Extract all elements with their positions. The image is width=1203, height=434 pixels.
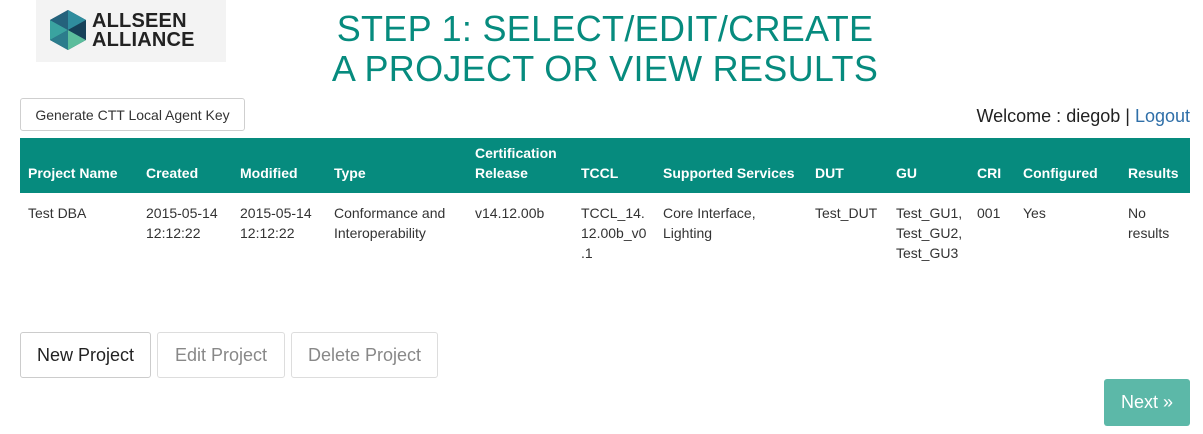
col-header-certification-release[interactable]: Certification Release — [467, 138, 573, 193]
cell-gu: Test_GU1, Test_GU2, Test_GU3 — [896, 205, 963, 261]
col-header-created[interactable]: Created — [138, 138, 232, 193]
title-line-2: A PROJECT OR VIEW RESULTS — [331, 48, 879, 89]
separator: | — [1120, 106, 1135, 126]
project-actions: New Project Edit Project Delete Project — [20, 332, 438, 378]
col-header-project-name[interactable]: Project Name — [20, 138, 138, 193]
col-header-cri[interactable]: CRI — [969, 138, 1015, 193]
col-header-dut[interactable]: DUT — [807, 138, 888, 193]
next-button[interactable]: Next » — [1104, 379, 1190, 426]
cell-project-name: Test DBA — [28, 205, 87, 221]
page-title: STEP 1: SELECT/EDIT/CREATE A PROJECT OR … — [240, 9, 970, 89]
col-header-modified[interactable]: Modified — [232, 138, 326, 193]
welcome-bar: Welcome : diegob | Logout — [976, 106, 1190, 127]
logo-line-2: ALLIANCE — [92, 29, 195, 51]
delete-project-button[interactable]: Delete Project — [291, 332, 438, 378]
cell-modified: 2015-05-14 12:12:22 — [240, 205, 312, 241]
cell-type: Conformance and Interoperability — [334, 205, 446, 241]
projects-table-container: Project Name Created Modified Type Certi… — [20, 138, 1190, 263]
logout-link[interactable]: Logout — [1135, 106, 1190, 126]
col-header-supported-services[interactable]: Supported Services — [655, 138, 807, 193]
col-header-tccl[interactable]: TCCL — [573, 138, 655, 193]
col-header-gu[interactable]: GU — [888, 138, 969, 193]
cell-cri: 001 — [977, 205, 1001, 221]
cell-results: No results — [1128, 205, 1170, 241]
new-project-button[interactable]: New Project — [20, 332, 151, 378]
title-line-1: STEP 1: SELECT/EDIT/CREATE — [336, 8, 874, 49]
col-header-configured[interactable]: Configured — [1015, 138, 1120, 193]
col-header-type[interactable]: Type — [326, 138, 467, 193]
table-row[interactable]: Test DBA 2015-05-14 12:12:22 2015-05-14 … — [20, 193, 1190, 263]
projects-table: Project Name Created Modified Type Certi… — [20, 138, 1190, 263]
generate-agent-key-button[interactable]: Generate CTT Local Agent Key — [20, 98, 245, 131]
cell-dut: Test_DUT — [815, 205, 878, 221]
table-header-row: Project Name Created Modified Type Certi… — [20, 138, 1190, 193]
username: diegob — [1066, 106, 1121, 126]
cell-certification-release: v14.12.00b — [475, 205, 545, 221]
allseen-logo-icon — [50, 10, 86, 50]
col-header-results[interactable]: Results — [1120, 138, 1190, 193]
edit-project-button[interactable]: Edit Project — [157, 332, 285, 378]
cell-tccl: TCCL_14.12.00b_v0.1 — [581, 205, 647, 261]
welcome-prefix: Welcome : — [976, 106, 1067, 126]
cell-supported-services: Core Interface, Lighting — [663, 205, 756, 241]
cell-configured: Yes — [1023, 205, 1046, 221]
cell-created: 2015-05-14 12:12:22 — [146, 205, 218, 241]
allseen-alliance-logo: ALLSEEN ALLIANCE — [36, 0, 226, 62]
